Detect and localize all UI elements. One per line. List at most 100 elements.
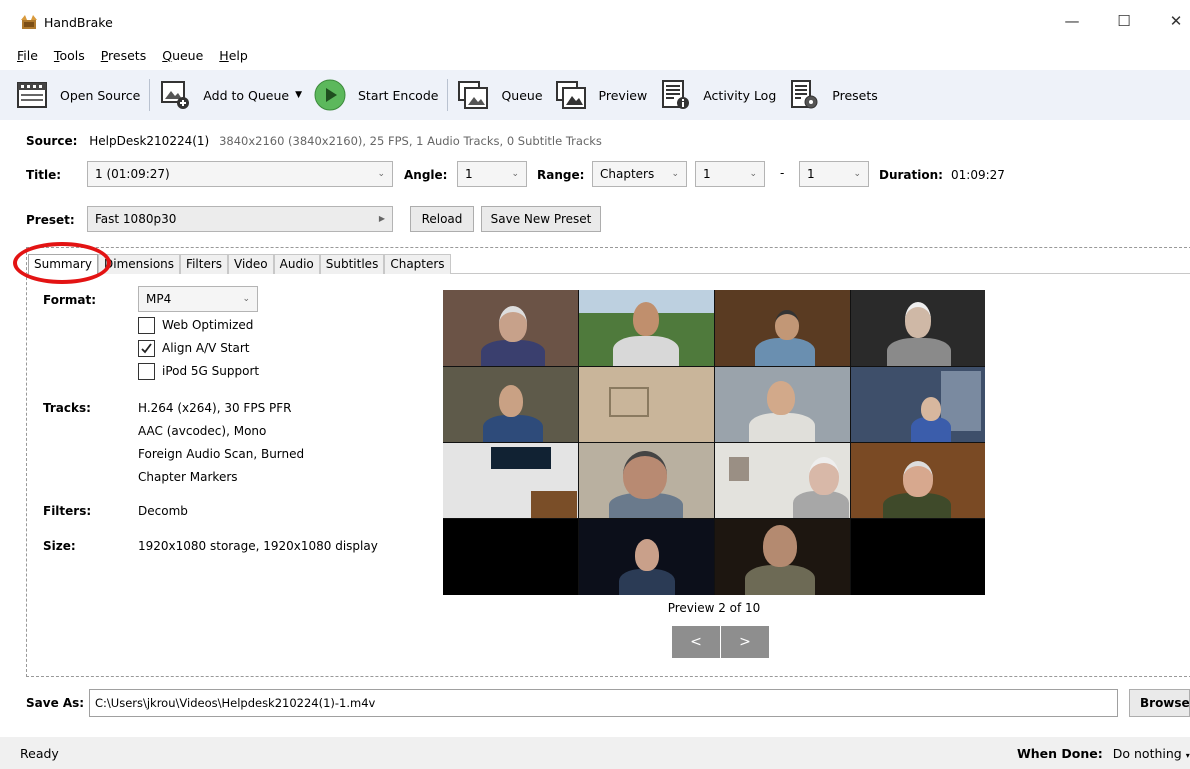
chevron-down-icon: ⌄ — [749, 169, 757, 179]
add-to-queue-icon — [161, 81, 190, 109]
start-encode-label: Start Encode — [357, 87, 439, 103]
tab-subtitles[interactable]: Subtitles — [319, 254, 385, 274]
tab-audio[interactable]: Audio — [273, 254, 320, 274]
menu-bar: File Tools Presets Queue Help — [0, 44, 252, 68]
presets-button[interactable]: Presets — [782, 75, 884, 115]
preview-label: Preview — [598, 87, 648, 103]
preview-caption: Preview 2 of 10 — [667, 601, 761, 615]
activity-log-button[interactable]: Activity Log — [653, 75, 782, 115]
size-label: Size: — [43, 539, 76, 553]
play-icon — [314, 79, 346, 111]
status-text: Ready — [20, 746, 59, 761]
menu-presets[interactable]: Presets — [97, 44, 151, 68]
minimize-button[interactable]: — — [1052, 8, 1092, 34]
preview-next-button[interactable]: > — [721, 626, 769, 658]
add-to-queue-label: Add to Queue — [203, 87, 290, 103]
duration-label: Duration: — [879, 168, 943, 182]
size-value: 1920x1080 storage, 1920x1080 display — [138, 539, 378, 553]
track-item: Chapter Markers — [138, 470, 238, 484]
toolbar: Open Source Add to Queue ▼ Start Encode … — [0, 70, 1190, 120]
activity-log-icon — [662, 80, 690, 109]
range-type-select[interactable]: Chapters ⌄ — [592, 161, 687, 187]
angle-select[interactable]: 1 ⌄ — [457, 161, 527, 187]
browse-button[interactable]: Browse — [1129, 689, 1190, 717]
source-name: HelpDesk210224(1) — [89, 134, 210, 148]
menu-queue[interactable]: Queue — [158, 44, 207, 68]
chevron-down-icon: ⌄ — [242, 294, 250, 304]
status-bar: Ready When Done: Do nothing ▾ — [0, 737, 1190, 769]
tab-video[interactable]: Video — [228, 254, 274, 274]
reload-button[interactable]: Reload — [410, 206, 474, 232]
presets-label: Presets — [832, 87, 878, 103]
maximize-button[interactable]: ☐ — [1104, 8, 1144, 34]
start-encode-button[interactable]: Start Encode — [308, 75, 444, 115]
source-details: 3840x2160 (3840x2160), 25 FPS, 1 Audio T… — [219, 134, 602, 148]
title-label: Title: — [26, 168, 62, 182]
checkmark-icon — [141, 343, 152, 354]
title-select[interactable]: 1 (01:09:27) ⌄ — [87, 161, 393, 187]
dropdown-arrow-icon[interactable]: ▼ — [295, 90, 302, 100]
range-start-select[interactable]: 1 ⌄ — [695, 161, 765, 187]
queue-label: Queue — [501, 87, 543, 103]
menu-tools[interactable]: Tools — [50, 44, 89, 68]
filters-value: Decomb — [138, 504, 188, 518]
tracks-label: Tracks: — [43, 401, 91, 415]
annotation-circle — [13, 242, 111, 284]
queue-icon — [458, 81, 489, 109]
web-optimized-label: Web Optimized — [162, 318, 254, 332]
chevron-right-icon: ▶ — [378, 214, 385, 223]
preset-select[interactable]: Fast 1080p30 ▶ — [87, 206, 393, 232]
when-done-label: When Done: — [1017, 746, 1103, 761]
preview-button[interactable]: Preview — [549, 75, 654, 115]
chevron-down-icon: ▾ — [1185, 751, 1190, 760]
save-as-label: Save As: — [26, 696, 85, 710]
tab-filters[interactable]: Filters — [180, 254, 229, 274]
preview-icon — [555, 81, 586, 109]
chevron-down-icon: ⌄ — [853, 169, 861, 179]
title-bar: HandBrake — ☐ ✕ — [0, 0, 1190, 40]
close-button[interactable]: ✕ — [1156, 8, 1190, 34]
add-to-queue-button[interactable]: Add to Queue ▼ — [153, 75, 308, 115]
track-item: H.264 (x264), 30 FPS PFR — [138, 401, 292, 415]
range-end-select[interactable]: 1 ⌄ — [799, 161, 869, 187]
range-label: Range: — [537, 168, 585, 182]
presets-icon — [791, 80, 818, 109]
open-source-button[interactable]: Open Source — [0, 75, 146, 115]
chevron-down-icon: ⌄ — [671, 169, 679, 179]
track-item: Foreign Audio Scan, Burned — [138, 447, 305, 461]
menu-help[interactable]: Help — [215, 44, 252, 68]
activity-log-label: Activity Log — [703, 87, 777, 103]
source-info: Source: HelpDesk210224(1) 3840x2160 (384… — [26, 134, 602, 148]
queue-button[interactable]: Queue — [451, 75, 548, 115]
preview-image — [443, 290, 985, 595]
save-as-path-field[interactable]: C:\Users\jkrou\Videos\Helpdesk210224(1)-… — [89, 689, 1118, 717]
toolbar-divider — [149, 79, 151, 111]
film-clapper-icon — [17, 82, 47, 108]
toolbar-divider — [447, 79, 449, 111]
chevron-down-icon: ⌄ — [377, 169, 385, 179]
preview-previous-button[interactable]: < — [672, 626, 720, 658]
source-label: Source: — [26, 134, 78, 148]
ipod-checkbox[interactable] — [138, 363, 155, 380]
web-optimized-checkbox[interactable] — [138, 317, 155, 334]
duration-value: 01:09:27 — [951, 168, 1005, 182]
angle-label: Angle: — [404, 168, 448, 182]
chevron-down-icon: ⌄ — [511, 169, 519, 179]
ipod-label: iPod 5G Support — [162, 364, 260, 378]
menu-file[interactable]: File — [14, 44, 42, 68]
filters-label: Filters: — [43, 504, 92, 518]
preset-label: Preset: — [26, 213, 75, 227]
tab-chapters[interactable]: Chapters — [384, 254, 451, 274]
align-av-label: Align A/V Start — [162, 341, 250, 355]
when-done-value: Do nothing — [1112, 746, 1182, 761]
when-done-control[interactable]: When Done: Do nothing ▾ — [1017, 746, 1190, 761]
window-title: HandBrake — [44, 15, 113, 30]
open-source-label: Open Source — [60, 87, 141, 103]
format-select[interactable]: MP4 ⌄ — [138, 286, 258, 312]
save-new-preset-button[interactable]: Save New Preset — [481, 206, 601, 232]
align-av-checkbox[interactable] — [138, 340, 155, 357]
range-dash: - — [780, 166, 785, 180]
track-item: AAC (avcodec), Mono — [138, 424, 267, 438]
format-label: Format: — [43, 293, 97, 307]
handbrake-logo-icon — [21, 15, 37, 29]
